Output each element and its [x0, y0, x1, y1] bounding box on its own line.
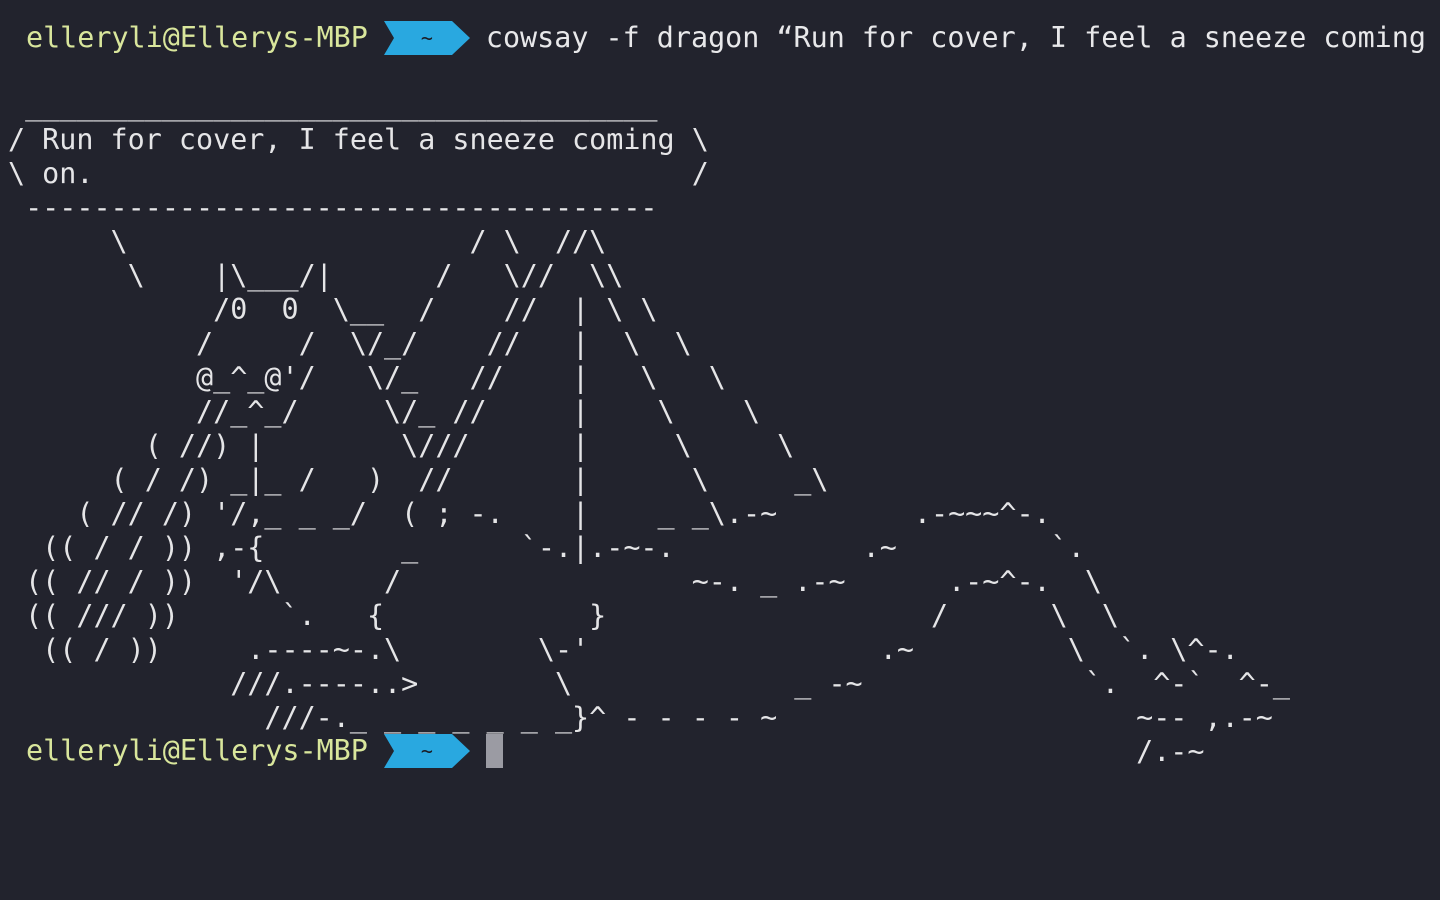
prompt-line-input[interactable]: elleryli@Ellerys-MBP ~ — [26, 733, 503, 769]
output-line: ( / /) _|_ / ) // | \ _\ — [8, 463, 829, 496]
output-line: /0 0 \__ / // | \ \ — [8, 293, 658, 326]
powerline-directory-segment: ~ — [383, 734, 470, 768]
prompt-user-host: elleryli@Ellerys-MBP — [26, 734, 368, 767]
cowsay-output: _____________________________________ / … — [8, 89, 1290, 769]
output-line: (( / / )) ,-{ _ `-.|.-~-. .~ `. — [8, 531, 1085, 564]
output-line: / / \/_/ // | \ \ — [8, 327, 692, 360]
prompt-directory: ~ — [420, 26, 433, 50]
output-line: \ |\___/| / \// \\ — [8, 259, 624, 292]
powerline-directory-segment: ~ — [383, 21, 470, 55]
output-line: ///.----..> \ _ -~ `. ^-` ^-_ — [8, 667, 1290, 700]
terminal-window[interactable]: elleryli@Ellerys-MBP ~ cowsay -f dragon … — [0, 0, 1440, 900]
output-line: \ / \ //\ — [8, 225, 607, 258]
output-line: //_^_/ \/_ // | \ \ — [8, 395, 761, 428]
command-text: cowsay -f dragon “Run for cover, I feel … — [485, 21, 1440, 54]
prompt-user-host: elleryli@Ellerys-MBP — [26, 21, 368, 54]
output-line: ( //) | \/// | \ \ — [8, 429, 795, 462]
prompt-directory: ~ — [420, 739, 433, 763]
text-cursor[interactable] — [485, 734, 503, 768]
output-line: \ on. / — [8, 157, 709, 190]
output-line: / Run for cover, I feel a sneeze coming … — [8, 123, 709, 156]
prompt-line-command: elleryli@Ellerys-MBP ~ cowsay -f dragon … — [26, 20, 1440, 56]
output-line: @_^_@'/ \/_ // | \ \ — [8, 361, 726, 394]
output-line: (( // / )) '/\ / ~-. _ .-~ .-~^-. \ — [8, 565, 1102, 598]
output-line: ------------------------------------- — [8, 191, 658, 224]
output-line: _____________________________________ — [8, 89, 658, 122]
output-line: ( // /) '/,_ _ _/ ( ; -. | _ _\.-~ .-~~~… — [8, 497, 1051, 530]
output-line: ///-._ _ _ _ _ _ _}^ - - - - ~ ~-- ,.-~ — [8, 701, 1273, 734]
output-line: (( / )) .----~-.\ \-' .~ \ `. \^-. — [8, 633, 1239, 666]
output-line: (( /// )) `. { } / \ \ — [8, 599, 1120, 632]
